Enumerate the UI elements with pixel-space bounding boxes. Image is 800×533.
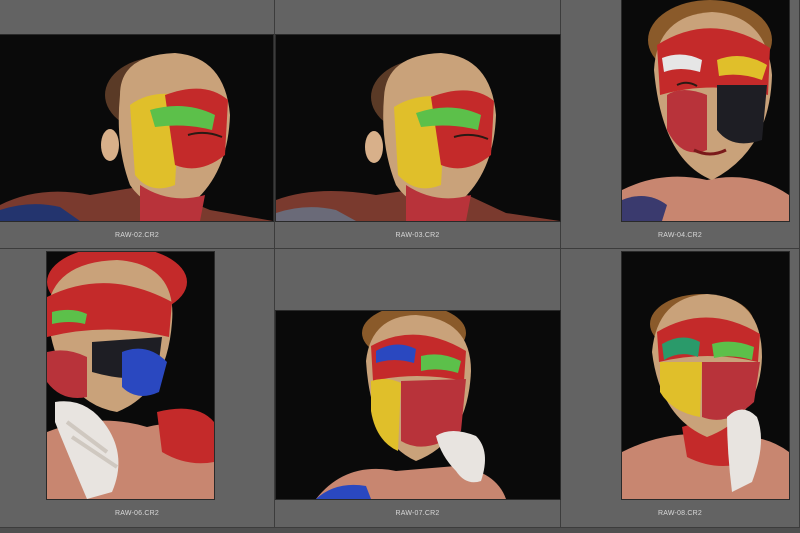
thumbnail-cell[interactable]: RAW-04.CR2 bbox=[561, 0, 800, 249]
photo-thumbnail[interactable] bbox=[276, 311, 560, 499]
thumbnail-cell[interactable]: RAW-02.CR2 bbox=[0, 0, 275, 249]
grid-bottom-edge bbox=[0, 528, 800, 533]
thumbnail-filename: RAW-07.CR2 bbox=[395, 510, 440, 517]
portrait-photo bbox=[276, 35, 560, 221]
thumbnail-filename: RAW-02.CR2 bbox=[114, 232, 159, 239]
thumbnail-filename: RAW-04.CR2 bbox=[657, 232, 702, 239]
portrait-photo bbox=[0, 35, 273, 221]
photo-thumbnail[interactable] bbox=[622, 252, 789, 499]
thumbnail-filename: RAW-03.CR2 bbox=[395, 232, 440, 239]
thumbnail-cell[interactable]: RAW-07.CR2 bbox=[275, 249, 561, 528]
photo-thumbnail[interactable] bbox=[47, 252, 214, 499]
thumbnail-filename: RAW-06.CR2 bbox=[114, 510, 159, 517]
photo-thumbnail[interactable] bbox=[0, 35, 273, 221]
thumbnail-grid: RAW-02.CR2 RAW-03.CR2 RAW-04.CR2 RAW-06.… bbox=[0, 0, 800, 533]
portrait-photo bbox=[622, 252, 789, 499]
thumbnail-cell[interactable]: RAW-06.CR2 bbox=[0, 249, 275, 528]
portrait-photo bbox=[47, 252, 214, 499]
thumbnail-cell[interactable]: RAW-08.CR2 bbox=[561, 249, 800, 528]
portrait-photo bbox=[622, 0, 789, 221]
portrait-photo bbox=[276, 311, 560, 499]
thumbnail-cell[interactable]: RAW-03.CR2 bbox=[275, 0, 561, 249]
photo-thumbnail[interactable] bbox=[276, 35, 560, 221]
thumbnail-filename: RAW-08.CR2 bbox=[657, 510, 702, 517]
photo-thumbnail[interactable] bbox=[622, 0, 789, 221]
